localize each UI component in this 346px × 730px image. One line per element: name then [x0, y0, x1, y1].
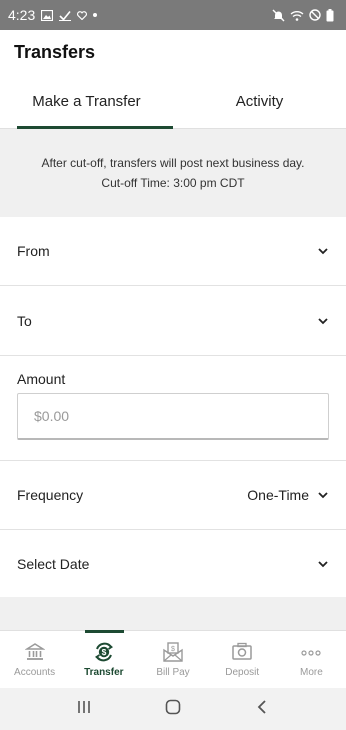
bottom-nav: Accounts $ Transfer $ Bill Pay Deposit M…: [0, 630, 346, 688]
app-header: Transfers: [0, 30, 346, 75]
recent-apps-icon: [76, 700, 92, 719]
chevron-down-icon: [317, 315, 329, 327]
heart-icon: [77, 10, 88, 20]
content-bottom-fill: [0, 597, 346, 630]
wifi-icon: [290, 10, 304, 21]
nav-deposit-label: Deposit: [225, 667, 260, 678]
do-not-disturb-icon: [309, 9, 321, 21]
nav-deposit[interactable]: Deposit: [208, 631, 277, 688]
battery-icon: [326, 8, 334, 22]
chevron-down-icon: [317, 558, 329, 570]
tab-activity[interactable]: Activity: [173, 75, 346, 128]
frequency-label: Frequency: [17, 487, 84, 503]
cutoff-notice: After cut-off, transfers will post next …: [0, 129, 346, 217]
home-icon: [165, 699, 181, 720]
frequency-value: One-Time: [247, 487, 309, 503]
to-account-select[interactable]: To: [0, 286, 346, 356]
chevron-down-icon: [317, 245, 329, 257]
cutoff-notice-line1: After cut-off, transfers will post next …: [41, 156, 305, 170]
recent-apps-button[interactable]: [64, 694, 104, 724]
nav-bill-pay-label: Bill Pay: [156, 667, 190, 678]
status-time: 4:23: [8, 7, 36, 23]
nav-more-label: More: [300, 667, 323, 678]
dot-icon: [93, 13, 98, 17]
date-select[interactable]: Select Date: [0, 530, 346, 597]
from-label: From: [17, 243, 50, 259]
bill-envelope-icon: $: [162, 641, 184, 663]
gallery-icon: [41, 9, 54, 21]
check-icon: [59, 10, 72, 21]
nav-bill-pay[interactable]: $ Bill Pay: [138, 631, 207, 688]
home-button[interactable]: [153, 694, 193, 724]
system-nav-bar: [0, 688, 346, 730]
frequency-select[interactable]: Frequency One-Time: [0, 461, 346, 530]
from-account-select[interactable]: From: [0, 217, 346, 286]
cutoff-notice-line2: Cut-off Time: 3:00 pm CDT: [101, 176, 245, 190]
tab-make-a-transfer[interactable]: Make a Transfer: [0, 75, 173, 129]
bank-icon: [24, 641, 46, 663]
camera-icon: [231, 641, 253, 663]
transfer-dollar-icon: $: [93, 641, 115, 663]
amount-label: Amount: [17, 371, 66, 387]
nav-accounts-label: Accounts: [14, 667, 56, 678]
tab-bar: Make a Transfer Activity: [0, 75, 346, 129]
nav-accounts[interactable]: Accounts: [0, 631, 69, 688]
svg-text:$: $: [101, 647, 106, 657]
svg-text:$: $: [171, 646, 175, 653]
status-bar: 4:23: [0, 0, 346, 30]
chevron-down-icon: [317, 489, 329, 501]
amount-input[interactable]: [17, 393, 329, 440]
nav-transfer-label: Transfer: [84, 667, 124, 678]
mute-icon: [272, 9, 285, 22]
amount-section: Amount: [0, 356, 346, 461]
nav-more[interactable]: More: [277, 631, 346, 688]
page-title: Transfers: [14, 42, 96, 62]
nav-transfer[interactable]: $ Transfer: [69, 630, 138, 688]
back-icon: [256, 699, 268, 720]
more-dots-icon: [300, 641, 322, 663]
date-label: Select Date: [17, 555, 90, 572]
back-button[interactable]: [242, 694, 282, 724]
to-label: To: [17, 312, 32, 329]
